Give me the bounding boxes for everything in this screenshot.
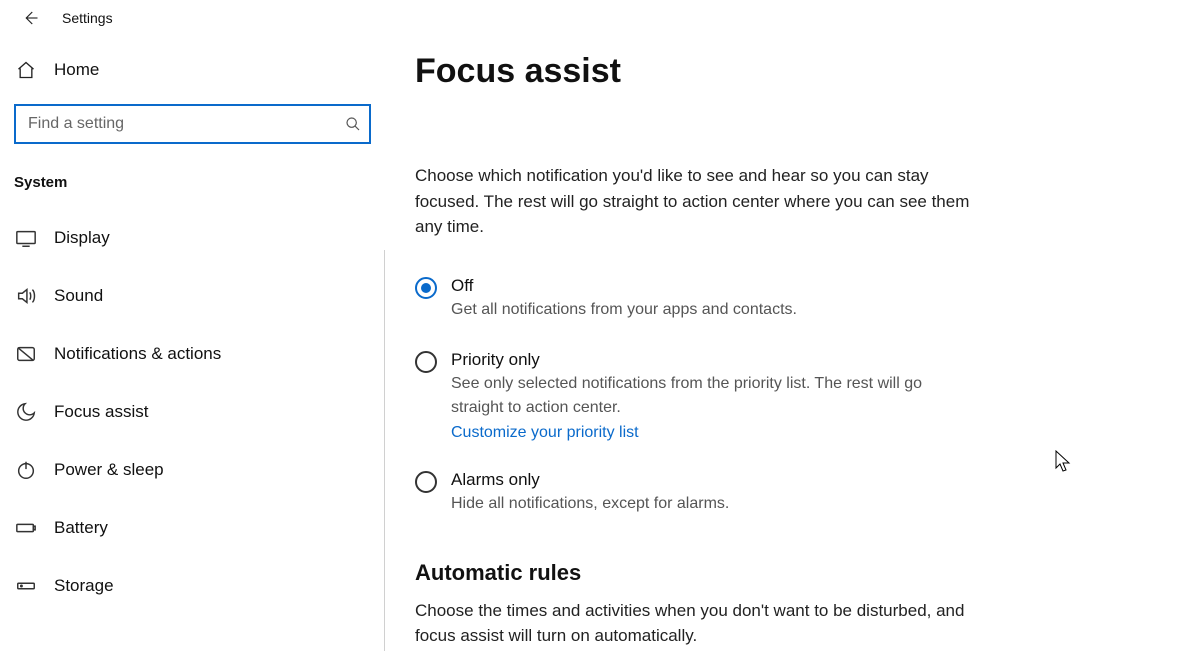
storage-icon — [14, 575, 38, 597]
option-off[interactable]: Off Get all notifications from your apps… — [415, 276, 975, 322]
mouse-cursor-icon — [1055, 450, 1073, 474]
option-label: Alarms only — [451, 470, 975, 490]
notifications-icon — [14, 343, 38, 365]
moon-icon — [14, 401, 38, 423]
search-container — [0, 92, 385, 170]
search-icon — [345, 116, 361, 132]
sidebar-item-label: Focus assist — [54, 402, 148, 422]
sidebar-item-notifications[interactable]: Notifications & actions — [0, 325, 385, 383]
sidebar-item-power-sleep[interactable]: Power & sleep — [0, 441, 385, 499]
automatic-rules-header: Automatic rules — [415, 560, 1170, 586]
sidebar-item-sound[interactable]: Sound — [0, 267, 385, 325]
main-content: Focus assist Choose which notification y… — [385, 0, 1200, 651]
sidebar-home-label: Home — [54, 60, 99, 80]
titlebar: Settings — [0, 0, 385, 48]
focus-assist-options: Off Get all notifications from your apps… — [415, 276, 975, 516]
power-icon — [14, 459, 38, 481]
display-icon — [14, 227, 38, 249]
search-input[interactable] — [26, 114, 345, 134]
option-description: Get all notifications from your apps and… — [451, 298, 975, 322]
radio-icon — [415, 351, 437, 373]
option-description: Hide all notifications, except for alarm… — [451, 492, 975, 516]
sidebar-item-storage[interactable]: Storage — [0, 557, 385, 615]
home-icon — [14, 60, 38, 80]
sidebar-item-label: Display — [54, 228, 110, 248]
option-priority-only[interactable]: Priority only See only selected notifica… — [415, 350, 975, 442]
sidebar-item-focus-assist[interactable]: Focus assist — [0, 383, 385, 441]
option-alarms-only[interactable]: Alarms only Hide all notifications, exce… — [415, 470, 975, 516]
page-description: Choose which notification you'd like to … — [415, 163, 975, 240]
sidebar-item-display[interactable]: Display — [0, 209, 385, 267]
sidebar-nav: Display Sound Notifications & actions Fo… — [0, 209, 385, 615]
sidebar-item-label: Sound — [54, 286, 103, 306]
radio-icon — [415, 471, 437, 493]
battery-icon — [14, 517, 38, 539]
search-box[interactable] — [14, 104, 371, 144]
sound-icon — [14, 285, 38, 307]
settings-window: Settings Home Syste — [0, 0, 1200, 651]
sidebar-item-label: Battery — [54, 518, 108, 538]
sidebar-item-label: Power & sleep — [54, 460, 164, 480]
customize-priority-link[interactable]: Customize your priority list — [451, 424, 639, 442]
option-label: Priority only — [451, 350, 975, 370]
back-button[interactable] — [8, 0, 52, 37]
sidebar-category: System — [0, 170, 385, 209]
automatic-rules-description: Choose the times and activities when you… — [415, 598, 975, 649]
sidebar-item-label: Storage — [54, 576, 114, 596]
back-arrow-icon — [21, 9, 39, 27]
sidebar-home[interactable]: Home — [0, 48, 385, 92]
sidebar-item-label: Notifications & actions — [54, 344, 221, 364]
option-label: Off — [451, 276, 975, 296]
sidebar-item-battery[interactable]: Battery — [0, 499, 385, 557]
option-description: See only selected notifications from the… — [451, 372, 975, 420]
sidebar: Settings Home Syste — [0, 0, 385, 651]
page-title: Focus assist — [415, 52, 1170, 91]
radio-icon — [415, 277, 437, 299]
window-title: Settings — [62, 10, 113, 26]
